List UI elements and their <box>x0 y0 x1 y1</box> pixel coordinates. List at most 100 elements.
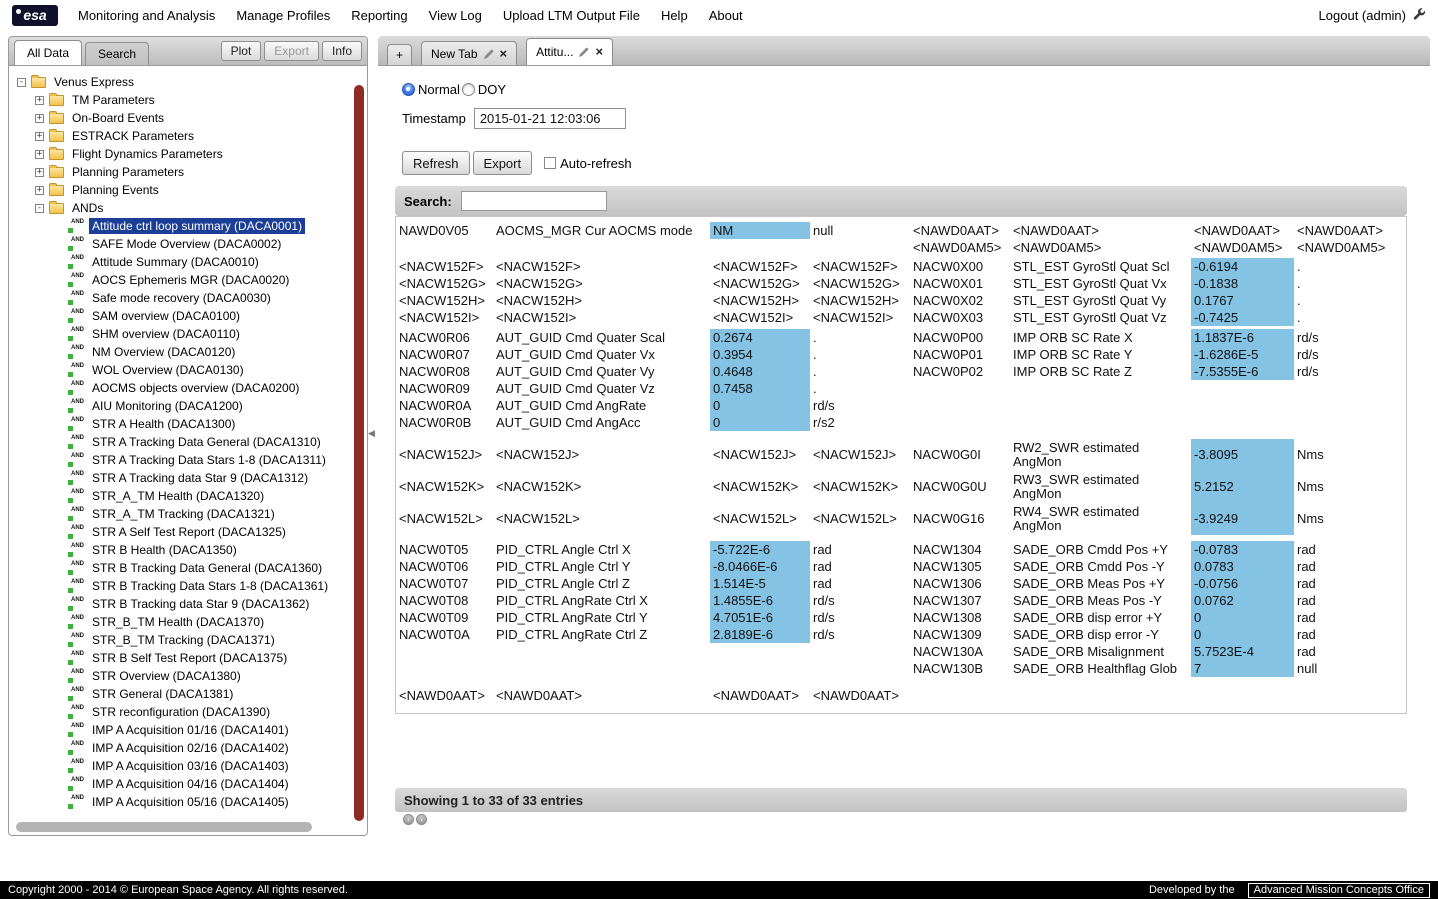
tree-item-folder[interactable]: +TM Parameters <box>14 91 352 109</box>
menu-item[interactable]: Upload LTM Output File <box>503 8 640 23</box>
plot-button[interactable]: Plot <box>221 41 262 61</box>
close-tab-icon[interactable]: × <box>595 47 603 57</box>
table-row[interactable]: NAWD0V05AOCMS_MGR Cur AOCMS modeNMnull<N… <box>396 222 1406 239</box>
tree-item-folder[interactable]: +On-Board Events <box>14 109 352 127</box>
rename-tab-icon[interactable] <box>484 49 494 59</box>
radio-doy[interactable] <box>462 83 475 96</box>
tree-item-and[interactable]: ANDNM Overview (DACA0120) <box>14 343 352 361</box>
tree-item-and[interactable]: ANDSTR A Tracking Data Stars 1-8 (DACA13… <box>14 451 352 469</box>
menu-item[interactable]: Manage Profiles <box>236 8 330 23</box>
menu-item[interactable]: View Log <box>429 8 482 23</box>
tree-item-folder[interactable]: +Flight Dynamics Parameters <box>14 145 352 163</box>
export-button[interactable]: Export <box>473 151 533 175</box>
table-row[interactable]: NACW0R06AUT_GUID Cmd Quater Scal0.2674.N… <box>396 329 1406 346</box>
tree-item-and[interactable]: ANDSHM overview (DACA0110) <box>14 325 352 343</box>
table-row[interactable]: <NACW152L><NACW152L><NACW152L><NACW152L>… <box>396 503 1406 535</box>
table-row[interactable]: NACW0T0APID_CTRL AngRate Ctrl Z2.8189E-6… <box>396 626 1406 643</box>
tree-item-and[interactable]: ANDSafe mode recovery (DACA0030) <box>14 289 352 307</box>
auto-refresh-checkbox[interactable] <box>544 157 556 169</box>
sidebar-collapse-arrow-icon[interactable]: ◀ <box>368 428 375 439</box>
menu-item[interactable]: Help <box>661 8 688 23</box>
add-tab-button[interactable]: + <box>387 44 412 65</box>
tree-item-and[interactable]: ANDSTR A Tracking Data General (DACA1310… <box>14 433 352 451</box>
tab-attitude[interactable]: Attitu... × <box>526 38 613 65</box>
tree-item-and[interactable]: ANDSTR reconfiguration (DACA1390) <box>14 703 352 721</box>
wrench-icon[interactable] <box>1412 7 1426 24</box>
tree-vertical-scrollbar[interactable] <box>354 85 364 821</box>
table-row[interactable]: <NACW152F><NACW152F><NACW152F><NACW152F>… <box>396 258 1406 275</box>
tree-item-and[interactable]: ANDIMP A Acquisition 04/16 (DACA1404) <box>14 775 352 793</box>
tree-item-and[interactable]: ANDSTR B Tracking Data General (DACA1360… <box>14 559 352 577</box>
menu-item[interactable]: Reporting <box>351 8 407 23</box>
table-row[interactable]: <NACW152H><NACW152H><NACW152H><NACW152H>… <box>396 292 1406 309</box>
page-prev-button[interactable]: ‹ <box>403 814 414 825</box>
tree-item-and[interactable]: ANDSTR B Tracking Data Stars 1-8 (DACA13… <box>14 577 352 595</box>
tab-new-tab[interactable]: New Tab × <box>421 41 517 65</box>
tree-item-and[interactable]: ANDSTR_B_TM Health (DACA1370) <box>14 613 352 631</box>
search-input[interactable] <box>461 191 607 211</box>
table-row[interactable]: NACW0T06PID_CTRL Angle Ctrl Y-8.0466E-6r… <box>396 558 1406 575</box>
table-row[interactable]: NACW0R07AUT_GUID Cmd Quater Vx0.3954.NAC… <box>396 346 1406 363</box>
tab-all-data[interactable]: All Data <box>14 40 82 65</box>
tree-item-and[interactable]: ANDAOCS Ephemeris MGR (DACA0020) <box>14 271 352 289</box>
table-row[interactable]: NACW0T05PID_CTRL Angle Ctrl X-5.722E-6ra… <box>396 541 1406 558</box>
tree-item-and[interactable]: ANDAttitude Summary (DACA0010) <box>14 253 352 271</box>
tree-item-and[interactable]: ANDIMP A Acquisition 02/16 (DACA1402) <box>14 739 352 757</box>
expand-icon[interactable]: + <box>35 96 44 105</box>
expand-icon[interactable]: + <box>35 168 44 177</box>
table-row[interactable]: <NACW152K><NACW152K><NACW152K><NACW152K>… <box>396 471 1406 503</box>
expand-icon[interactable]: + <box>35 132 44 141</box>
table-row[interactable]: NACW0R0AAUT_GUID Cmd AngRate0rd/s <box>396 397 1406 414</box>
table-row[interactable]: NACW0T09PID_CTRL AngRate Ctrl Y4.7051E-6… <box>396 609 1406 626</box>
expand-icon[interactable]: + <box>35 114 44 123</box>
menu-item[interactable]: Monitoring and Analysis <box>78 8 215 23</box>
tree-item-and[interactable]: ANDSTR_B_TM Tracking (DACA1371) <box>14 631 352 649</box>
tree-item-folder[interactable]: +ESTRACK Parameters <box>14 127 352 145</box>
collapse-icon[interactable]: - <box>17 78 26 87</box>
table-row[interactable]: NACW0R0BAUT_GUID Cmd AngAcc0r/s2 <box>396 414 1406 431</box>
tree-item-and[interactable]: ANDIMP A Acquisition 05/16 (DACA1405) <box>14 793 352 811</box>
expand-icon[interactable]: + <box>35 150 44 159</box>
tree-item-and[interactable]: ANDSTR A Health (DACA1300) <box>14 415 352 433</box>
tree-item-and[interactable]: ANDIMP A Acquisition 01/16 (DACA1401) <box>14 721 352 739</box>
tree-item-and[interactable]: ANDSTR B Tracking data Star 9 (DACA1362) <box>14 595 352 613</box>
tree-item-root[interactable]: -Venus Express <box>14 73 352 91</box>
table-row[interactable]: <NAWD0AM5><NAWD0AM5><NAWD0AM5><NAWD0AM5> <box>396 239 1406 256</box>
logout-link[interactable]: Logout (admin) <box>1319 8 1406 23</box>
table-row[interactable]: NACW0T08PID_CTRL AngRate Ctrl X1.4855E-6… <box>396 592 1406 609</box>
table-row[interactable]: NACW0R08AUT_GUID Cmd Quater Vy0.4648.NAC… <box>396 363 1406 380</box>
tree-item-folder[interactable]: +Planning Parameters <box>14 163 352 181</box>
tree-item-and[interactable]: ANDAttitude ctrl loop summary (DACA0001) <box>14 217 352 235</box>
table-row[interactable]: NACW0T07PID_CTRL Angle Ctrl Z1.514E-5rad… <box>396 575 1406 592</box>
table-row[interactable]: <NAWD0AAT><NAWD0AAT><NAWD0AAT><NAWD0AAT> <box>396 687 1406 704</box>
info-button[interactable]: Info <box>322 41 362 61</box>
radio-normal[interactable] <box>402 83 415 96</box>
tree-item-and[interactable]: ANDSTR A Tracking data Star 9 (DACA1312) <box>14 469 352 487</box>
rename-tab-icon[interactable] <box>579 47 589 57</box>
tree-item-and[interactable]: ANDSTR_A_TM Health (DACA1320) <box>14 487 352 505</box>
tree-item-and[interactable]: ANDSTR B Health (DACA1350) <box>14 541 352 559</box>
tab-search[interactable]: Search <box>85 42 149 65</box>
table-row[interactable]: <NACW152I><NACW152I><NACW152I><NACW152I>… <box>396 309 1406 326</box>
expand-icon[interactable]: + <box>35 186 44 195</box>
tree-horizontal-scrollbar[interactable] <box>16 822 312 832</box>
timestamp-input[interactable] <box>474 108 626 129</box>
refresh-button[interactable]: Refresh <box>402 151 470 175</box>
tree-item-and[interactable]: ANDAOCMS objects overview (DACA0200) <box>14 379 352 397</box>
tree-item-and[interactable]: ANDSTR Overview (DACA1380) <box>14 667 352 685</box>
tree-item-and[interactable]: ANDAIU Monitoring (DACA1200) <box>14 397 352 415</box>
menu-item[interactable]: About <box>709 8 743 23</box>
tree-item-and[interactable]: ANDSAFE Mode Overview (DACA0002) <box>14 235 352 253</box>
table-row[interactable]: NACW130BSADE_ORB Healthflag Glob7null <box>396 660 1406 677</box>
table-row[interactable]: NACW0R09AUT_GUID Cmd Quater Vz0.7458. <box>396 380 1406 397</box>
table-row[interactable]: NACW130ASADE_ORB Misalignment5.7523E-4ra… <box>396 643 1406 660</box>
tree-item-and[interactable]: ANDSAM overview (DACA0100) <box>14 307 352 325</box>
close-tab-icon[interactable]: × <box>500 49 508 59</box>
collapse-icon[interactable]: - <box>35 204 44 213</box>
tree-item-and[interactable]: ANDIMP A Acquisition 03/16 (DACA1403) <box>14 757 352 775</box>
office-link[interactable]: Advanced Mission Concepts Office <box>1248 883 1430 898</box>
page-next-button[interactable]: › <box>416 814 427 825</box>
tree-item-and[interactable]: ANDWOL Overview (DACA0130) <box>14 361 352 379</box>
tree-item-and[interactable]: ANDSTR A Self Test Report (DACA1325) <box>14 523 352 541</box>
table-row[interactable]: <NACW152J><NACW152J><NACW152J><NACW152J>… <box>396 439 1406 471</box>
